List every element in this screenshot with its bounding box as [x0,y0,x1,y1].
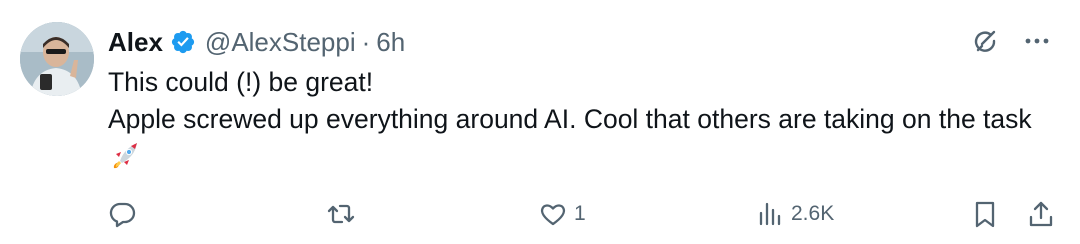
views-icon [759,202,781,226]
rocket-emoji [110,139,142,171]
tweet-header: Alex @AlexSteppi · 6h [108,25,405,59]
views-count: 2.6K [791,202,835,225]
separator-dot: · [361,26,371,57]
bookmark-icon [975,201,995,228]
like-count: 1 [574,202,586,225]
more-icon[interactable] [1022,26,1052,56]
tweet-text: This could (!) be great! Apple screwed u… [108,64,1058,175]
avatar[interactable] [20,22,94,96]
grok-icon[interactable] [970,26,1000,56]
tweet-actions: 1 2.6K [108,196,1056,232]
like-button[interactable]: 1 [538,196,586,232]
tweet-line-2-text: Apple screwed up everything around AI. C… [108,104,1032,134]
tweet-card[interactable]: Alex @AlexSteppi · 6h This could (!) be … [0,0,1080,244]
bookmark-button[interactable] [970,196,1000,232]
share-icon [1029,201,1053,227]
retweet-button[interactable] [326,196,362,232]
author-handle[interactable]: @AlexSteppi [205,27,356,58]
tweet-line-1: This could (!) be great! [108,67,374,97]
share-button[interactable] [1026,196,1056,232]
top-right-actions [970,26,1052,56]
views-button[interactable]: 2.6K [755,196,834,232]
timestamp[interactable]: 6h [376,27,405,58]
verified-badge-icon [170,29,196,55]
tweet-line-2: Apple screwed up everything around AI. C… [108,101,1058,175]
reply-button[interactable] [108,196,144,232]
author-name[interactable]: Alex [108,27,163,58]
retweet-icon [327,204,355,224]
reply-icon [109,202,136,228]
heart-icon [540,204,566,226]
